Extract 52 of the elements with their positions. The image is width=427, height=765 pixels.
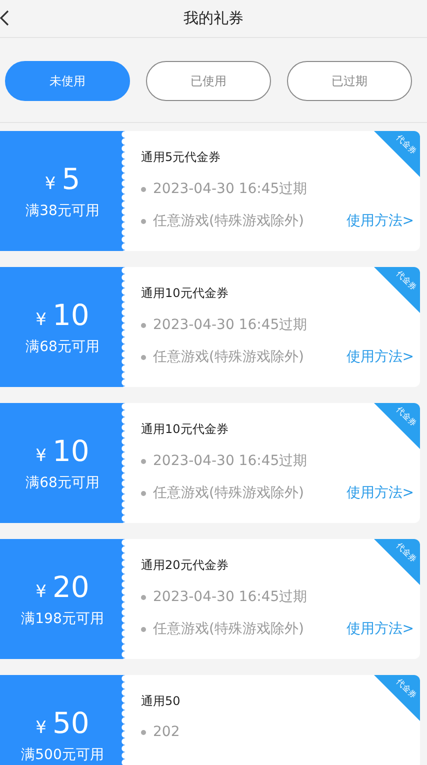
filter-tab[interactable]: 未使用 [5,61,130,101]
currency-symbol: ¥ [36,582,46,602]
ribbon-label: 代金券 [394,268,418,294]
usage-link[interactable]: 使用方法> [346,484,414,502]
coupon-title: 通用5元代金券 [141,149,221,166]
bullet-icon [141,626,146,632]
usage-link[interactable]: 使用方法> [346,620,414,638]
bullet-icon [141,490,146,496]
usage-link[interactable]: 使用方法> [346,348,414,366]
coupon-title: 通用50 [141,693,180,710]
coupon-condition: 满68元可用 [26,474,100,492]
bullet-icon [141,354,146,360]
coupon-title: 通用20元代金券 [141,557,228,574]
ribbon-label: 代金券 [394,540,418,566]
back-icon[interactable] [0,10,10,26]
expiry-text: 2023-04-30 16:45过期 [153,180,308,198]
coupon-amount: 20 [52,570,90,604]
coupon-title: 通用10元代金券 [141,285,228,302]
filter-tab[interactable]: 已过期 [287,61,412,101]
coupon-title: 通用10元代金券 [141,421,228,438]
coupon-condition: 满198元可用 [21,610,104,628]
currency-symbol: ¥ [36,718,46,738]
expiry-text: 2023-04-30 16:45过期 [153,588,308,606]
bullet-icon [141,730,146,734]
bullet-icon [141,218,146,224]
usage-link[interactable]: 使用方法> [346,212,414,230]
currency-symbol: ¥ [44,174,56,194]
scope-text: 任意游戏(特殊游戏除外) [153,348,304,366]
coupon-amount: 5 [62,162,80,196]
ribbon-label: 代金券 [394,404,418,430]
coupon-amount: 10 [52,298,90,332]
bullet-icon [141,186,146,192]
scope-text: 任意游戏(特殊游戏除外) [153,484,304,502]
coupon-amount: 50 [52,706,90,740]
ribbon-label: 代金券 [394,676,418,702]
coupon-condition: 满500元可用 [21,746,104,764]
filter-tab[interactable]: 已使用 [146,61,271,101]
coupon-amount: 10 [52,434,90,468]
ribbon-label: 代金券 [394,132,418,158]
currency-symbol: ¥ [36,310,46,330]
bullet-icon [141,458,146,464]
expiry-text: 202 [153,724,180,740]
page-title: 我的礼券 [184,9,244,28]
expiry-text: 2023-04-30 16:45过期 [153,316,308,334]
scope-text: 任意游戏(特殊游戏除外) [153,212,304,230]
expiry-text: 2023-04-30 16:45过期 [153,452,308,470]
bullet-icon [141,594,146,600]
scope-text: 任意游戏(特殊游戏除外) [153,620,304,638]
bullet-icon [141,322,146,328]
coupon-condition: 满68元可用 [26,338,100,356]
currency-symbol: ¥ [36,446,46,466]
coupon-condition: 满38元可用 [26,202,100,220]
